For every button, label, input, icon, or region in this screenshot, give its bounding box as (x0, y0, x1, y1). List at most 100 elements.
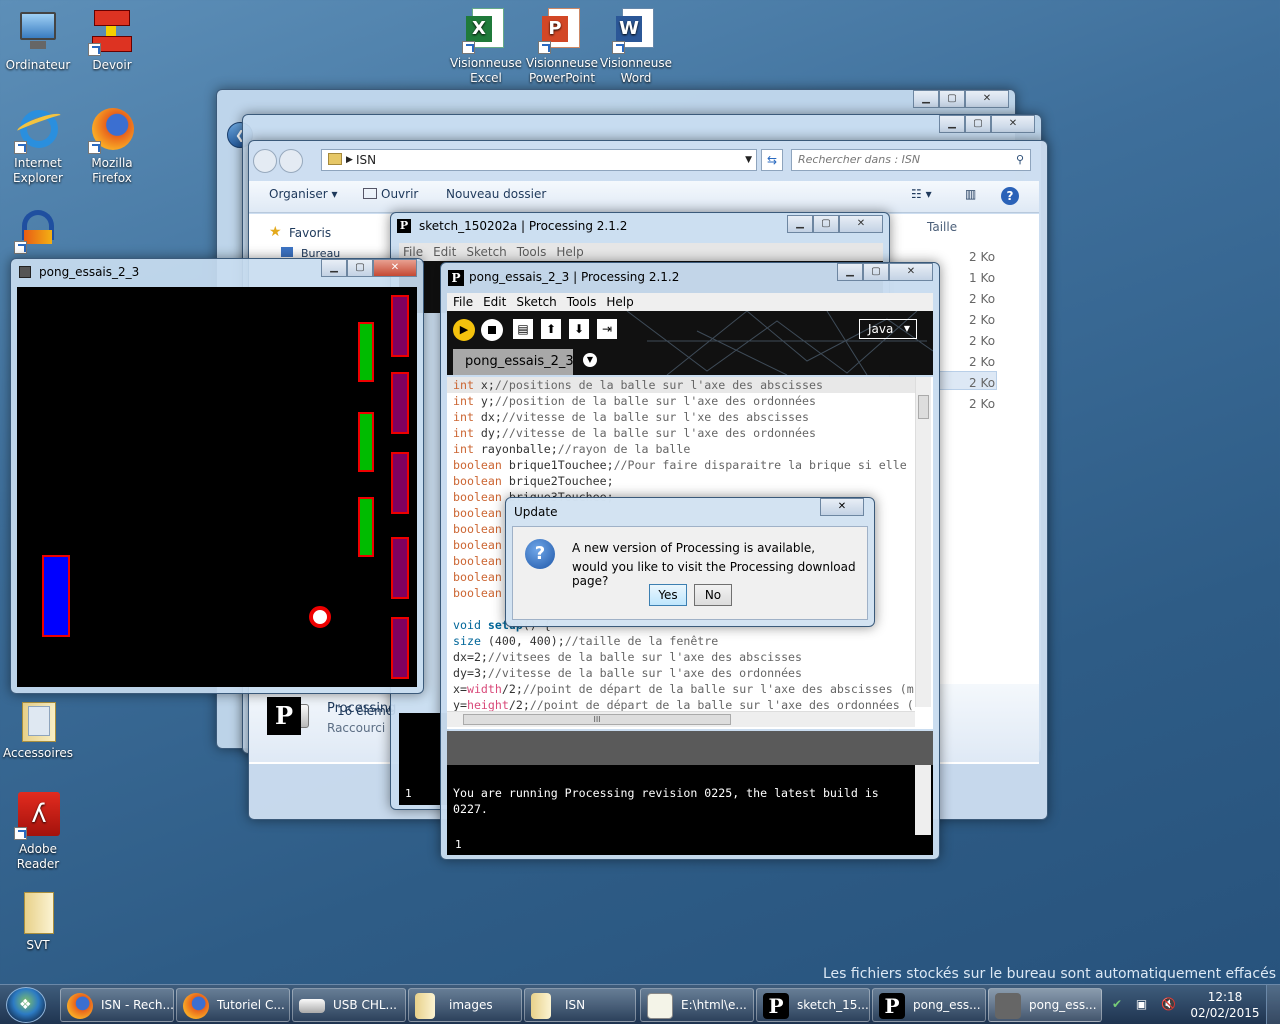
export-icon[interactable]: ⇥ (597, 319, 617, 339)
tab-menu-icon[interactable]: ▼ (583, 353, 597, 367)
save-sketch-icon[interactable]: ⬇ (569, 319, 589, 339)
h-scrollbar-thumb[interactable]: III (463, 714, 731, 725)
new-folder-button[interactable]: Nouveau dossier (446, 187, 546, 201)
menu-tools[interactable]: Tools (567, 295, 597, 309)
pong-window[interactable]: pong_essais_2_3 ▁ ▢ ✕ (10, 258, 424, 694)
refresh-icon[interactable]: ⇆ (761, 149, 783, 171)
column-header-size[interactable]: Taille (927, 220, 957, 234)
yes-button[interactable]: Yes (649, 584, 687, 606)
chevron-down-icon[interactable]: ▼ (745, 150, 752, 170)
processing-shortcut-icon[interactable]: P (267, 697, 301, 735)
menu-help[interactable]: Help (606, 295, 633, 309)
code-line: int dy;//vitesse de la balle sur l'axe d… (453, 426, 816, 440)
taskbar-button[interactable]: Tutoriel C... (176, 988, 290, 1022)
forward-button[interactable] (279, 149, 303, 173)
menu-file[interactable]: File (403, 245, 423, 259)
horizontal-scrollbar[interactable]: III (447, 711, 915, 727)
taskbar-button[interactable]: ISN - Rech... (60, 988, 174, 1022)
console: You are running Processing revision 0225… (447, 765, 933, 835)
close-button[interactable]: ✕ (373, 259, 417, 277)
minimize-button[interactable]: ▁ (913, 90, 939, 108)
desktop-icon-accessoires[interactable]: Accessoires (0, 696, 76, 761)
maximize-button[interactable]: ▢ (347, 259, 373, 277)
minimize-button[interactable]: ▁ (321, 259, 347, 277)
minimize-button[interactable]: ▁ (837, 263, 863, 281)
taskbar-button[interactable]: Ppong_ess... (872, 988, 986, 1022)
stop-button[interactable] (481, 319, 503, 341)
preview-pane-icon[interactable]: ▥ (965, 187, 976, 201)
firefox-icon (67, 993, 93, 1019)
desktop-icon-visionneuse-powerpoint[interactable]: P Visionneuse PowerPoint (524, 6, 600, 86)
desktop-icon-visionneuse-excel[interactable]: X Visionneuse Excel (448, 6, 524, 86)
desktop-icon-label: SVT (26, 938, 50, 952)
scrollbar-thumb[interactable] (918, 395, 929, 419)
question-icon: ? (525, 539, 555, 569)
purple-brick (391, 295, 409, 357)
mode-selector[interactable]: Java ▼ (859, 319, 917, 339)
powerpoint-icon: P (538, 6, 586, 54)
menu-sketch[interactable]: Sketch (516, 295, 556, 309)
minimize-button[interactable]: ▁ (939, 115, 965, 133)
pong-canvas[interactable] (17, 287, 417, 687)
close-button[interactable]: ✕ (889, 263, 933, 281)
maximize-button[interactable]: ▢ (813, 215, 839, 233)
size-cell: 1 Ko (969, 271, 996, 285)
network-icon[interactable]: ▣ (1136, 997, 1147, 1011)
taskbar-button[interactable]: E:\html\e... (640, 988, 754, 1022)
close-button[interactable]: ✕ (965, 90, 1009, 108)
menu-edit[interactable]: Edit (433, 245, 456, 259)
menu-sketch[interactable]: Sketch (466, 245, 506, 259)
desktop-icon-ordinateur[interactable]: Ordinateur (0, 8, 76, 73)
update-dialog[interactable]: Update ✕ ? A new version of Processing i… (505, 497, 875, 627)
size-column: 2 Ko 1 Ko 2 Ko 2 Ko 2 Ko 2 Ko 2 Ko 2 Ko (969, 247, 995, 415)
minimize-button[interactable]: ▁ (787, 215, 813, 233)
search-input[interactable]: Rechercher dans : ISN ⚲ (791, 149, 1031, 171)
open-button[interactable]: Ouvrir (363, 187, 418, 201)
dialog-body: ? A new version of Processing is availab… (512, 526, 868, 620)
close-button[interactable]: ✕ (820, 498, 864, 516)
desktop-icon-adobe-reader[interactable]: ʎ Adobe Reader (0, 792, 76, 872)
back-button[interactable] (253, 149, 277, 173)
console-scrollbar[interactable] (915, 765, 931, 835)
vertical-scrollbar[interactable] (915, 377, 931, 707)
desktop-icon-devoir[interactable]: Devoir (74, 8, 150, 73)
nav-favorites[interactable]: Favoris (289, 226, 331, 240)
editor-icon (647, 993, 673, 1019)
menu-file[interactable]: File (453, 295, 473, 309)
help-icon[interactable]: ? (1001, 187, 1019, 205)
desktop-icon-audacity[interactable] (0, 206, 76, 256)
no-button[interactable]: No (694, 584, 732, 606)
organize-button[interactable]: Organiser ▾ (269, 187, 338, 201)
volume-muted-icon[interactable]: 🔇 (1161, 997, 1176, 1011)
menu-help[interactable]: Help (556, 245, 583, 259)
address-bar[interactable]: ▶ ISN ▼ (321, 149, 757, 171)
tab-pong[interactable]: pong_essais_2_3 (453, 349, 574, 375)
desktop-icon-internet-explorer[interactable]: Internet Explorer (0, 106, 76, 186)
close-button[interactable]: ✕ (839, 215, 883, 233)
desktop-icon-svt[interactable]: SVT (0, 888, 76, 953)
menu-edit[interactable]: Edit (483, 295, 506, 309)
taskbar-button[interactable]: Psketch_15... (756, 988, 870, 1022)
new-sketch-icon[interactable]: ▤ (513, 319, 533, 339)
taskbar-button[interactable]: USB CHL... (292, 988, 406, 1022)
taskbar-button[interactable]: images (408, 988, 522, 1022)
view-options-icon[interactable]: ☷ ▾ (911, 187, 932, 201)
close-button[interactable]: ✕ (991, 115, 1035, 133)
security-icon[interactable]: ✔ (1112, 997, 1122, 1011)
taskbar-button[interactable]: pong_ess... (988, 988, 1102, 1022)
size-cell: 2 Ko (969, 334, 996, 348)
start-button[interactable]: ❖ (6, 987, 46, 1023)
show-desktop-button[interactable] (1266, 985, 1280, 1024)
desktop-icon-visionneuse-word[interactable]: W Visionneuse Word (598, 6, 674, 86)
clock[interactable]: 12:18 02/02/2015 (1190, 989, 1260, 1021)
menu-tools[interactable]: Tools (517, 245, 547, 259)
maximize-button[interactable]: ▢ (939, 90, 965, 108)
run-button[interactable]: ▶ (453, 319, 475, 341)
open-sketch-icon[interactable]: ⬆ (541, 319, 561, 339)
window-title: sketch_150202a | Processing 2.1.2 (419, 219, 628, 233)
maximize-button[interactable]: ▢ (863, 263, 889, 281)
maximize-button[interactable]: ▢ (965, 115, 991, 133)
desktop-icon-firefox[interactable]: Mozilla Firefox (74, 106, 150, 186)
search-icon[interactable]: ⚲ (1016, 150, 1024, 170)
taskbar-button[interactable]: ISN (524, 988, 636, 1022)
